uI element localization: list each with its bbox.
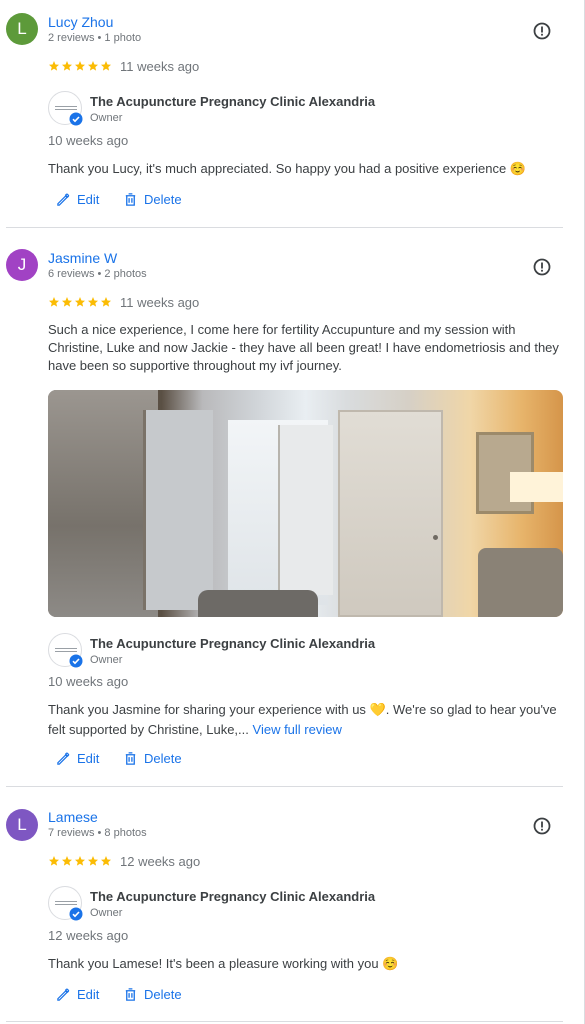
reviewer-name[interactable]: Lucy Zhou	[48, 14, 113, 30]
owner-name: The Acupuncture Pregnancy Clinic Alexand…	[90, 94, 376, 109]
star-icon	[75, 297, 85, 307]
edit-label: Edit	[77, 987, 100, 1002]
delete-reply-button[interactable]: Delete	[123, 751, 182, 766]
reviewer-name[interactable]: Jasmine W	[48, 250, 117, 266]
review-date: 11 weeks ago	[120, 295, 200, 310]
avatar[interactable]: L	[6, 13, 38, 45]
delete-label: Delete	[144, 751, 182, 766]
trash-icon	[125, 193, 136, 206]
star-icon	[75, 61, 85, 71]
star-icon	[101, 297, 111, 307]
trash-icon	[125, 988, 136, 1001]
owner-reply-text: Thank you Lucy, it's much appreciated. S…	[48, 161, 527, 176]
edit-reply-button[interactable]: Edit	[56, 987, 99, 1002]
pencil-icon	[57, 752, 70, 765]
reviewer-meta: 2 reviews • 1 photo	[48, 32, 142, 44]
star-icon	[101, 61, 111, 71]
delete-reply-button[interactable]: Delete	[123, 192, 182, 207]
star-rating	[48, 60, 112, 72]
avatar[interactable]: L	[6, 809, 38, 841]
star-rating	[48, 855, 112, 867]
owner-logo	[48, 91, 83, 126]
delete-label: Delete	[144, 192, 182, 207]
report-icon[interactable]	[532, 816, 552, 836]
review-photo[interactable]	[48, 390, 563, 617]
owner-label: Owner	[90, 907, 123, 919]
trash-icon	[125, 752, 136, 765]
star-rating	[48, 296, 112, 308]
star-icon	[88, 61, 98, 71]
owner-reply-date: 12 weeks ago	[48, 928, 129, 943]
owner-reply-text: Thank you Jasmine for sharing your exper…	[48, 700, 560, 740]
star-icon	[88, 297, 98, 307]
star-icon	[49, 856, 59, 866]
star-icon	[101, 856, 111, 866]
verified-badge-icon	[69, 907, 83, 921]
edit-reply-button[interactable]: Edit	[56, 751, 99, 766]
report-icon[interactable]	[532, 257, 552, 277]
star-icon	[62, 297, 72, 307]
report-icon[interactable]	[532, 21, 552, 41]
review-date: 12 weeks ago	[120, 854, 201, 869]
star-icon	[88, 856, 98, 866]
delete-label: Delete	[144, 987, 182, 1002]
pencil-icon	[57, 988, 70, 1001]
star-icon	[49, 61, 59, 71]
owner-label: Owner	[90, 654, 123, 666]
owner-name: The Acupuncture Pregnancy Clinic Alexand…	[90, 636, 376, 651]
review-card: L Lamese 7 reviews • 8 photos 12 weeks a…	[0, 787, 563, 1024]
view-full-review-link[interactable]: View full review	[253, 722, 342, 737]
owner-logo	[48, 886, 83, 921]
verified-badge-icon	[69, 112, 83, 126]
reviewer-meta: 7 reviews • 8 photos	[48, 827, 147, 839]
review-text: Such a nice experience, I come here for …	[48, 322, 559, 373]
delete-reply-button[interactable]: Delete	[123, 987, 182, 1002]
review-card: L Lucy Zhou 2 reviews • 1 photo 11 weeks…	[0, 0, 563, 228]
pencil-icon	[57, 193, 70, 206]
owner-reply-text: Thank you Lamese! It's been a pleasure w…	[48, 956, 399, 971]
owner-name: The Acupuncture Pregnancy Clinic Alexand…	[90, 889, 376, 904]
star-icon	[62, 61, 72, 71]
reviewer-name[interactable]: Lamese	[48, 809, 98, 825]
avatar[interactable]: J	[6, 249, 38, 281]
star-icon	[62, 856, 72, 866]
owner-reply-date: 10 weeks ago	[48, 133, 129, 148]
divider	[6, 1021, 563, 1022]
review-card: J Jasmine W 6 reviews • 2 photos 11 week…	[0, 228, 563, 786]
owner-label: Owner	[90, 112, 123, 124]
star-icon	[49, 297, 59, 307]
verified-badge-icon	[69, 654, 83, 668]
star-icon	[75, 856, 85, 866]
review-date: 11 weeks ago	[120, 59, 200, 74]
edit-label: Edit	[77, 192, 100, 207]
reviewer-meta: 6 reviews • 2 photos	[48, 268, 147, 280]
edit-reply-button[interactable]: Edit	[56, 192, 99, 207]
owner-reply-date: 10 weeks ago	[48, 674, 129, 689]
owner-logo	[48, 633, 83, 668]
edit-label: Edit	[77, 751, 100, 766]
